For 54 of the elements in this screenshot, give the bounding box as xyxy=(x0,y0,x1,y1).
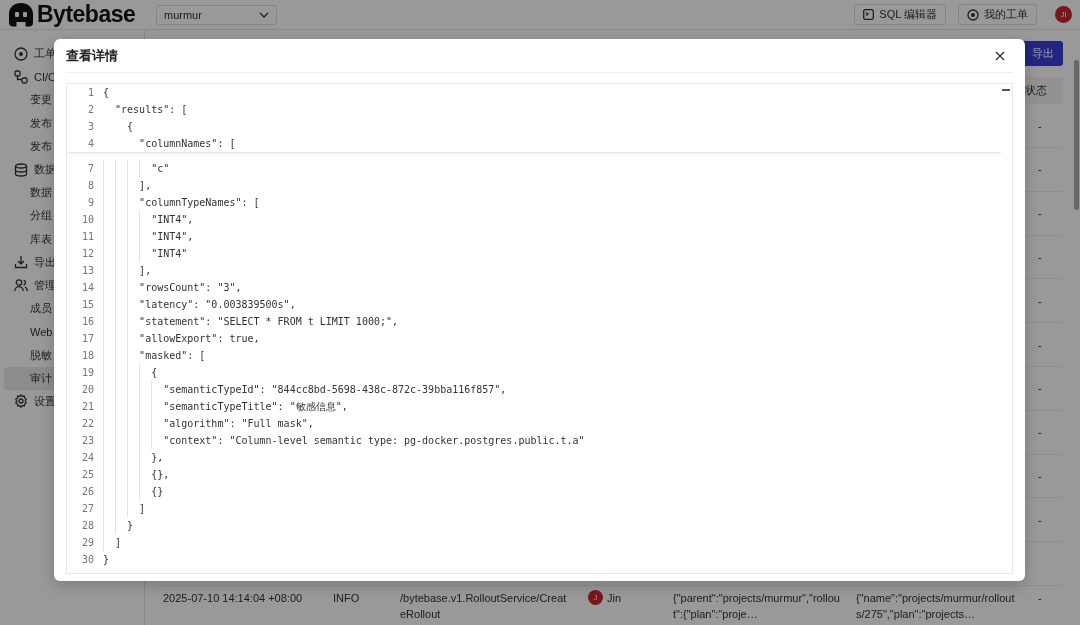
line-number: 1 xyxy=(86,87,94,98)
line-number: 2 xyxy=(86,104,94,115)
code-line: { xyxy=(103,86,110,100)
table-cell-text: - xyxy=(1037,206,1043,222)
code-line: { xyxy=(126,120,134,134)
table-cell-text: - xyxy=(1037,118,1043,134)
logo-text: Bytebase xyxy=(37,1,136,28)
line-number: 28 xyxy=(80,520,94,531)
line-number: 19 xyxy=(80,367,94,378)
table-cell-text: - xyxy=(1037,381,1043,397)
line-number: 8 xyxy=(86,180,94,191)
table-cell-text: INFO xyxy=(332,591,361,606)
line-number: 29 xyxy=(80,537,94,548)
table-cell-text: - xyxy=(1037,469,1043,484)
dialog-title: 查看详情 xyxy=(66,46,118,65)
line-number: 13 xyxy=(80,265,94,276)
line-number: 16 xyxy=(80,316,94,327)
code-line: "results": [ xyxy=(114,103,188,117)
line-number: 14 xyxy=(80,282,94,293)
table-cell-text: - xyxy=(1037,250,1043,265)
user-avatar: J xyxy=(588,590,603,605)
table-cell-text: {"parent":"projects/murmur","rollout":{"plan":"proje… xyxy=(672,591,841,622)
user-name: Jin xyxy=(607,591,622,604)
line-number: 30 xyxy=(80,554,94,565)
line-number: 15 xyxy=(80,299,94,310)
line-number: 9 xyxy=(86,197,94,208)
table-cell-text: {"name":"projects/murmur/rollouts/275","plan":"projects… xyxy=(855,591,1016,622)
table-cell-text: - xyxy=(1037,512,1043,528)
line-number: 21 xyxy=(80,401,94,412)
table-cell-text: - xyxy=(1037,162,1043,178)
table-cell-text: - xyxy=(1037,425,1043,441)
line-number: 12 xyxy=(80,248,94,259)
select-value: murmur xyxy=(164,8,202,21)
line-number: 27 xyxy=(80,503,94,514)
line-number: 7 xyxy=(86,163,94,174)
line-number: 10 xyxy=(80,214,94,225)
table-cell-text: /bytebase.v1.RolloutService/CreateRollout xyxy=(399,591,568,622)
table-cell-text: - xyxy=(1037,591,1043,606)
line-number: 20 xyxy=(80,384,94,395)
table-cell-text: - xyxy=(1037,337,1043,353)
line-number: 4 xyxy=(86,138,94,149)
line-number: 25 xyxy=(80,469,94,480)
line-number: 26 xyxy=(80,486,94,497)
line-number: 23 xyxy=(80,435,94,446)
line-number: 18 xyxy=(80,350,94,361)
column-header: 状态 xyxy=(1025,83,1048,99)
line-number: 24 xyxy=(80,452,94,463)
line-number: 11 xyxy=(80,231,94,242)
table-cell-text: 2025-07-10 14:14:04 +08:00 xyxy=(162,591,304,606)
table-cell-text: - xyxy=(1037,293,1043,309)
line-number: 3 xyxy=(86,121,94,132)
code-line: "columnNames": [ xyxy=(138,137,236,151)
line-number: 17 xyxy=(80,333,94,344)
line-number: 22 xyxy=(80,418,94,429)
